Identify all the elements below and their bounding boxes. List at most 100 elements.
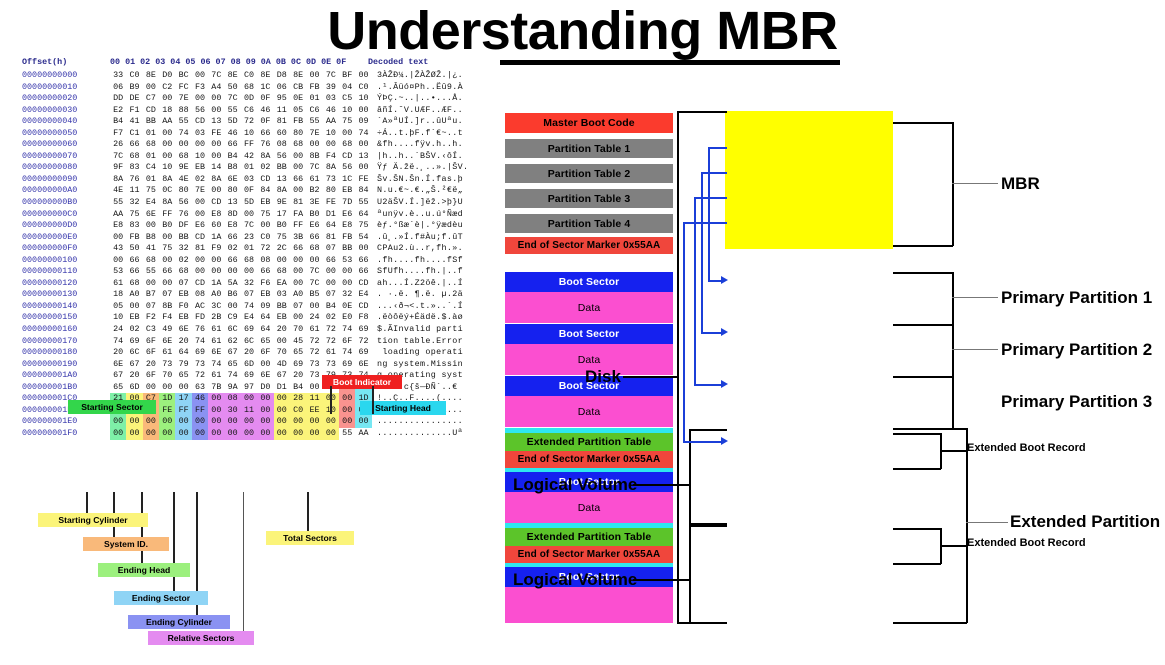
hex-row: 00000000000 33 C0 8E D0 BC 00 7C 8E C0 8E D8 8E 00 7C B… <box>22 70 500 82</box>
block-data-1: Data <box>505 292 673 323</box>
hex-byte-cell: 00 <box>126 427 143 440</box>
hex-byte-cell: 05 <box>293 104 304 115</box>
hex-byte-cell: 00 <box>339 404 356 417</box>
leader-tick-starting-head <box>372 386 374 414</box>
pp1-bracket-top <box>893 272 953 274</box>
hex-byte-cell: 42 <box>244 150 255 161</box>
hex-row-bytes: 6E 67 20 73 79 73 74 65 6D 00 4D 69 73 73 69 6E <box>110 359 372 371</box>
hex-byte-cell: 72 <box>325 324 336 335</box>
hex-byte-cell: 61 <box>309 324 320 335</box>
hex-byte-cell: 09 <box>260 300 271 311</box>
leader-tick-boot-indicator <box>330 386 332 414</box>
leader-tick-ending-sector <box>173 492 175 602</box>
hex-byte-cell: 64 <box>260 312 271 323</box>
hex-byte-cell: 00 <box>208 404 225 417</box>
hex-offset-header: Offset(h) <box>22 57 68 67</box>
hex-byte-cell: 1A <box>211 231 222 242</box>
hex-byte-cell: 97 <box>244 381 255 392</box>
hex-byte-cell: 7B <box>211 381 222 392</box>
hex-byte-cell: 72 <box>194 370 205 381</box>
hex-row-offset: 00000000100 <box>22 254 78 265</box>
hex-byte-cell: 01 <box>145 127 156 138</box>
hex-byte-cell: 00 <box>145 220 156 231</box>
block-label: Data <box>577 405 601 418</box>
hex-byte-cell: 02 <box>227 243 238 254</box>
hex-byte-cell: 00 <box>358 162 369 173</box>
hex-byte-cell: CD <box>194 116 205 127</box>
hex-byte-cell: C6 <box>244 104 255 115</box>
hex-row: 00000000110 53 66 55 66 68 00 00 00 00 66 68 00 7C 00 0… <box>22 266 500 278</box>
logical-volume-2-bracket-left <box>689 525 691 623</box>
leader-tick-ending-cylinder <box>196 492 198 626</box>
block-partition-table-3: Partition Table 3 <box>505 189 673 208</box>
hex-row-offset: 000000001B0 <box>22 381 78 392</box>
hex-byte-cell: 80 <box>293 127 304 138</box>
hex-byte-cell: AA <box>162 116 173 127</box>
hex-byte-cell: 74 <box>342 347 353 358</box>
hex-row-bytes: 00 66 68 00 02 00 00 66 68 08 00 00 00 66 53 66 <box>110 255 372 267</box>
hex-row-ascii: ah...Í.Z2öê.|..Í <box>377 277 464 288</box>
hex-byte-cell: 75 <box>129 208 140 219</box>
hex-byte-cell: 33 <box>113 70 124 80</box>
arrow-pt3-seg-h2 <box>694 384 723 387</box>
hex-byte-cell: FF <box>175 404 192 417</box>
hex-byte-cell: FE <box>358 173 369 184</box>
hex-row-ascii: tion table.Error <box>377 335 464 346</box>
block-boot-sector-2: Boot Sector <box>505 324 673 344</box>
hex-byte-cell: 64 <box>260 324 271 335</box>
hex-byte-cell: 00 <box>191 416 209 428</box>
arrow-pt4-seg-h2 <box>683 441 723 444</box>
hex-byte-cell: B0 <box>162 220 173 231</box>
hex-byte-cell: EB <box>178 312 189 323</box>
hex-byte-cell: 46 <box>325 104 336 115</box>
hex-byte-cell: 00 <box>162 127 173 138</box>
hex-byte-cell: 00 <box>211 139 222 150</box>
block-end-of-sector-marker-mbr: End of Sector Marker 0x55AA <box>505 237 673 254</box>
hex-row-ascii: U2äŠV.Í.]ëž.>þ}U <box>377 197 464 208</box>
hex-byte-cell: 54 <box>358 231 369 242</box>
hex-byte-cell: 09 <box>358 116 369 127</box>
hex-byte-cell: 03 <box>244 173 255 184</box>
hex-byte-cell: 00 <box>306 427 323 440</box>
hex-row-ascii: loading operati <box>377 347 464 358</box>
block-partition-table-1: Partition Table 1 <box>505 139 673 158</box>
hex-byte-cell: 00 <box>325 277 336 288</box>
hex-byte-cell: 08 <box>260 254 271 265</box>
hex-byte-cell: 6E <box>178 324 189 335</box>
hex-byte-cell: 75 <box>260 208 271 219</box>
hex-row-ascii: ªunÿv.è..u.ú°Ñæd <box>377 208 464 219</box>
hex-byte-cell: 72 <box>244 116 255 127</box>
hex-byte-cell: E8 <box>211 208 222 219</box>
logical-volume-1-leader-line <box>633 484 691 486</box>
hex-byte-cell: 66 <box>227 139 238 150</box>
hex-byte-cell: 50 <box>129 243 140 254</box>
hex-byte-cell: 03 <box>194 127 205 138</box>
callout-boot-indicator: Boot Indicator <box>322 375 402 389</box>
block-label: End of Sector Marker 0x55AA <box>517 240 661 251</box>
hex-byte-cell: 08 <box>276 139 287 150</box>
hex-byte-cell: 68 <box>309 243 320 254</box>
hex-byte-cell: 74 <box>211 358 222 369</box>
hex-byte-cell: 69 <box>293 358 304 369</box>
block-label: Boot Sector <box>558 328 620 340</box>
hex-row: 000000001E0 00 00 00 00 00 00 00 00 00 00 00 00 00 00 0… <box>22 416 500 428</box>
hex-row: 00000000170 74 69 6F 6E 20 74 61 62 6C 65 00 45 72 72 6… <box>22 336 500 348</box>
block-label: Data <box>577 353 601 366</box>
hex-byte-cell: 75 <box>145 185 156 196</box>
hex-byte-cell: 6E <box>113 358 124 369</box>
logical-volume-2-bracket-bottom <box>689 622 727 624</box>
hex-row-ascii: âñÍ.ˆV.UÆF..ÆF.. <box>377 104 464 115</box>
hex-row: 000000001F0 00 00 00 00 00 00 00 00 00 00 00 00 00 00 5… <box>22 427 500 440</box>
hex-byte-cell: 7E <box>178 93 189 104</box>
block-label: Partition Table 4 <box>547 217 631 230</box>
hex-byte-cell: 20 <box>178 335 189 346</box>
hex-byte-cell: 13 <box>227 197 238 208</box>
hex-byte-cell: 10 <box>194 150 205 161</box>
hex-byte-cell: C2 <box>162 81 173 92</box>
hex-byte-cell: 74 <box>358 127 369 138</box>
hex-editor-panel: Offset(h) 00 01 02 03 04 05 06 07 08 09 0… <box>22 57 500 507</box>
hex-byte-cell: 00 <box>159 427 176 440</box>
block-label: Partition Table 2 <box>547 167 631 180</box>
hex-byte-cell: 66 <box>227 254 238 265</box>
hex-byte-cell: CD <box>358 300 369 311</box>
